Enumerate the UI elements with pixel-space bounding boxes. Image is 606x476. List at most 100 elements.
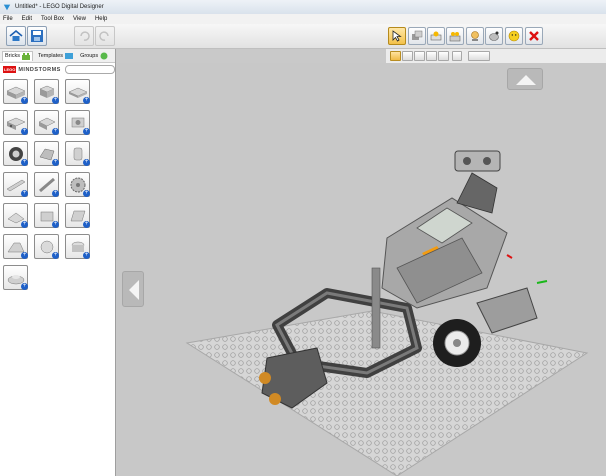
invert-select-button[interactable] — [452, 51, 462, 61]
expand-plus-icon: + — [83, 128, 90, 135]
expand-plus-icon: + — [52, 128, 59, 135]
category-misc-button[interactable]: + — [3, 265, 28, 290]
lego-app-icon — [3, 4, 11, 11]
brand-title: MINDSTORMS — [18, 66, 61, 73]
category-bricks-special-button[interactable]: + — [34, 79, 59, 104]
menu-toolbox[interactable]: Tool Box — [41, 16, 64, 22]
category-bodywork-button[interactable]: + — [65, 203, 90, 228]
category-slopes-button[interactable]: + — [34, 110, 59, 135]
expand-plus-icon: + — [21, 252, 28, 259]
expand-plus-icon: + — [52, 190, 59, 197]
category-beams-button[interactable]: + — [3, 172, 28, 197]
clone-tool-button[interactable] — [408, 27, 426, 45]
tab-templates-label: Templates — [37, 52, 64, 59]
category-connectors-button[interactable]: + — [65, 110, 90, 135]
redo-button[interactable] — [95, 26, 115, 46]
category-motors-button[interactable]: + — [34, 141, 59, 166]
z-axis-arrow — [536, 280, 548, 284]
category-technic-bricks-button[interactable]: + — [3, 110, 28, 135]
camera-rotate-up-button[interactable] — [507, 68, 543, 90]
menu-help[interactable]: Help — [95, 16, 107, 22]
connected-select-button[interactable] — [402, 51, 413, 61]
hinge-align-tool-button[interactable] — [446, 27, 464, 45]
x-axis-arrow — [506, 254, 513, 259]
flex-icon — [471, 31, 479, 41]
category-round-bricks-button[interactable]: + — [65, 234, 90, 259]
wheel-caster-right — [269, 393, 281, 405]
build-canvas[interactable] — [117, 63, 606, 476]
tool-options-bar — [386, 49, 606, 63]
minifig-tool-button[interactable] — [505, 27, 523, 45]
expand-plus-icon: + — [21, 221, 28, 228]
camera-rotate-left-button[interactable] — [122, 271, 144, 307]
delete-tool-button[interactable] — [525, 27, 543, 45]
select-tool-button[interactable] — [388, 27, 406, 45]
menu-view[interactable]: View — [73, 16, 86, 22]
delete-icon — [529, 31, 539, 41]
shape-select-button[interactable] — [426, 51, 437, 61]
paint-tool-button[interactable] — [485, 27, 503, 45]
category-plates-button[interactable]: + — [65, 79, 90, 104]
expand-plus-icon: + — [52, 97, 59, 104]
brick-icon — [21, 52, 30, 60]
brick-palette-sidebar: Bricks Templates Groups LEGO MINDSTORMS … — [0, 49, 116, 476]
expand-plus-icon: + — [52, 252, 59, 259]
tab-bricks[interactable]: Bricks — [2, 50, 33, 61]
category-electronics-button[interactable]: + — [3, 234, 28, 259]
hinge-align-icon — [449, 32, 461, 42]
expand-plus-icon: + — [83, 97, 90, 104]
menu-file[interactable]: File — [3, 16, 13, 22]
hinge-tool-button[interactable] — [427, 27, 445, 45]
clone-icon — [412, 30, 423, 40]
cursor-icon — [392, 30, 402, 42]
category-panels-button[interactable]: + — [34, 203, 59, 228]
baseplate[interactable] — [185, 310, 589, 476]
shape-color-select-button[interactable] — [438, 51, 449, 61]
expand-plus-icon: + — [83, 190, 90, 197]
paint-bucket-icon — [489, 31, 499, 41]
support-post — [371, 267, 381, 349]
template-icon — [65, 53, 74, 59]
baseplate-and-model — [185, 150, 589, 476]
tab-templates[interactable]: Templates — [36, 51, 75, 60]
expand-plus-icon: + — [52, 159, 59, 166]
expand-plus-icon: + — [21, 159, 28, 166]
undo-button[interactable] — [74, 26, 94, 46]
expand-plus-icon: + — [52, 221, 59, 228]
lego-logo: LEGO — [3, 66, 17, 73]
expand-plus-icon: + — [21, 190, 28, 197]
save-icon — [31, 30, 43, 42]
flex-tool-button[interactable] — [466, 27, 484, 45]
motor[interactable] — [476, 287, 538, 334]
hinge-icon — [430, 31, 442, 41]
save-button[interactable] — [27, 26, 47, 46]
wheel-caster-left — [259, 372, 271, 384]
main-toolbar — [0, 24, 606, 49]
groups-icon — [100, 52, 108, 59]
category-gears-button[interactable]: + — [65, 172, 90, 197]
select-options-button[interactable] — [468, 51, 490, 61]
category-bricks-button[interactable]: + — [3, 79, 28, 104]
tab-groups-label: Groups — [80, 52, 99, 59]
menu-bar: File Edit Tool Box View Help — [0, 14, 606, 24]
brick-search-input[interactable] — [64, 65, 115, 74]
menu-edit[interactable]: Edit — [22, 16, 32, 22]
home-button[interactable] — [6, 26, 26, 46]
expand-plus-icon: + — [21, 128, 28, 135]
category-liftarms-button[interactable]: + — [3, 203, 28, 228]
color-select-button[interactable] — [414, 51, 425, 61]
tab-groups[interactable]: Groups — [78, 51, 110, 61]
category-axles-button[interactable]: + — [34, 172, 59, 197]
ultrasonic-sensor[interactable] — [454, 150, 501, 172]
triangle-left-icon — [129, 280, 139, 300]
category-decorative-button[interactable]: + — [34, 234, 59, 259]
category-pins-button[interactable]: + — [65, 141, 90, 166]
palette-brand-row: LEGO MINDSTORMS — [0, 63, 115, 76]
palette-tabs: Bricks Templates Groups — [0, 49, 115, 63]
expand-plus-icon: + — [21, 283, 28, 290]
single-select-button[interactable] — [390, 51, 401, 61]
category-wheels-button[interactable]: + — [3, 141, 28, 166]
tab-bricks-label: Bricks — [5, 53, 20, 59]
expand-plus-icon: + — [21, 97, 28, 104]
undo-icon — [80, 31, 90, 41]
